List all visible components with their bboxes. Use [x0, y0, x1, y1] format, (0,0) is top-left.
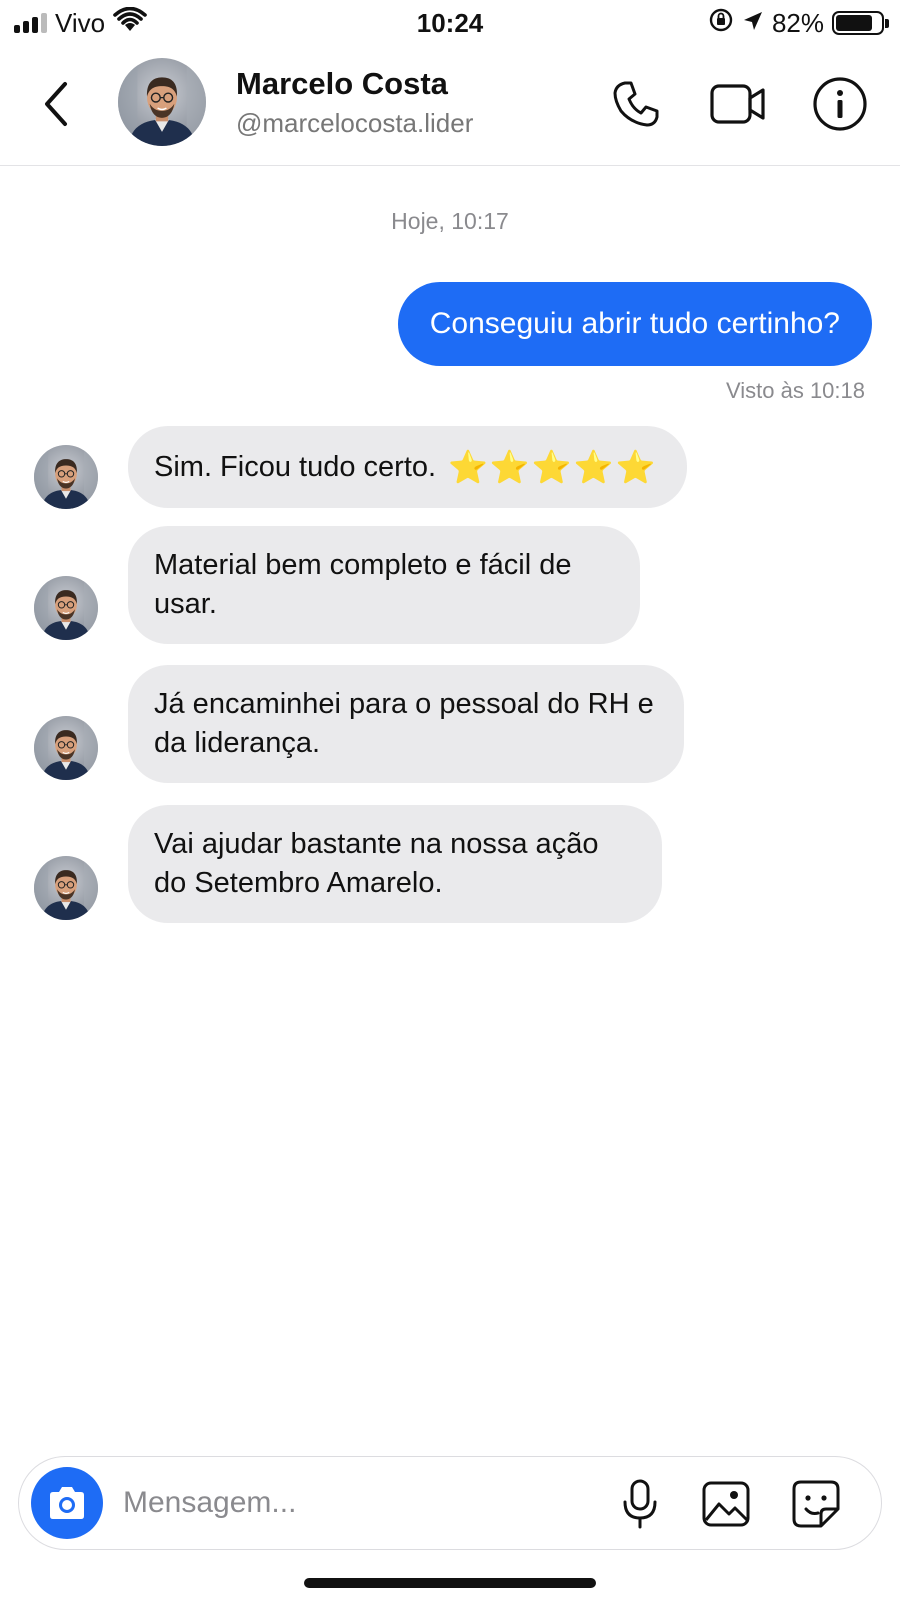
- incoming-message[interactable]: Material bem completo e fácil de usar.: [128, 526, 640, 644]
- orientation-lock-icon: [708, 7, 734, 40]
- battery-icon: [832, 11, 889, 35]
- video-call-button[interactable]: [708, 74, 768, 134]
- camera-icon: [50, 1487, 84, 1519]
- message-avatar[interactable]: [34, 856, 98, 920]
- star-rating: ⭐⭐⭐⭐⭐: [448, 447, 658, 486]
- battery-level: [836, 15, 873, 31]
- outgoing-message[interactable]: Conseguiu abrir tudo certinho?: [397, 282, 872, 366]
- sticker-button[interactable]: [787, 1475, 845, 1533]
- voice-message-button[interactable]: [611, 1475, 669, 1533]
- incoming-message[interactable]: Vai ajudar bastante na nossa ação do Set…: [128, 805, 662, 923]
- back-button[interactable]: [32, 78, 80, 130]
- contact-handle: @marcelocosta.lider: [236, 108, 474, 138]
- chat-timestamp: Hoje, 10:17: [391, 208, 509, 234]
- message-composer: [18, 1456, 882, 1550]
- incoming-message-text: Material bem completo e fácil de usar.: [154, 549, 572, 620]
- gallery-button[interactable]: [697, 1475, 755, 1533]
- microphone-icon: [623, 1479, 657, 1529]
- incoming-message-text: Sim. Ficou tudo certo.: [154, 450, 437, 483]
- incoming-message[interactable]: Sim. Ficou tudo certo. ⭐⭐⭐⭐⭐: [128, 426, 688, 508]
- carrier-label: Vivo: [55, 7, 106, 38]
- message-avatar[interactable]: [34, 445, 98, 509]
- phone-call-button[interactable]: [606, 74, 666, 134]
- location-icon: [742, 8, 764, 39]
- signal-icon: [14, 13, 47, 33]
- seen-receipt: Visto às 10:18: [725, 378, 865, 403]
- incoming-message-text: Já encaminhei para o pessoal do RH e da …: [154, 688, 654, 759]
- status-right: 82%: [708, 7, 889, 40]
- message-avatar[interactable]: [34, 716, 98, 780]
- contact-name[interactable]: Marcelo Costa: [236, 66, 448, 102]
- home-indicator[interactable]: [304, 1578, 596, 1588]
- message-input[interactable]: [123, 1477, 593, 1529]
- battery-percent: 82%: [771, 7, 824, 38]
- incoming-message-text: Vai ajudar bastante na nossa ação do Set…: [154, 828, 599, 899]
- chat-header: Marcelo Costa @marcelocosta.lider: [0, 52, 900, 166]
- status-left: Vivo: [14, 6, 147, 40]
- incoming-message[interactable]: Já encaminhei para o pessoal do RH e da …: [128, 665, 684, 783]
- message-avatar[interactable]: [34, 576, 98, 640]
- phone-icon: [613, 81, 659, 127]
- gallery-icon: [702, 1481, 750, 1527]
- status-bar: Vivo 10:24 82%: [0, 0, 900, 46]
- wifi-icon: [113, 6, 147, 40]
- camera-button[interactable]: [31, 1467, 103, 1539]
- sticker-icon: [792, 1480, 840, 1528]
- video-camera-icon: [710, 84, 765, 124]
- back-chevron-icon: [45, 82, 67, 126]
- info-icon: [813, 77, 867, 131]
- contact-avatar[interactable]: [118, 58, 206, 146]
- info-button[interactable]: [810, 74, 870, 134]
